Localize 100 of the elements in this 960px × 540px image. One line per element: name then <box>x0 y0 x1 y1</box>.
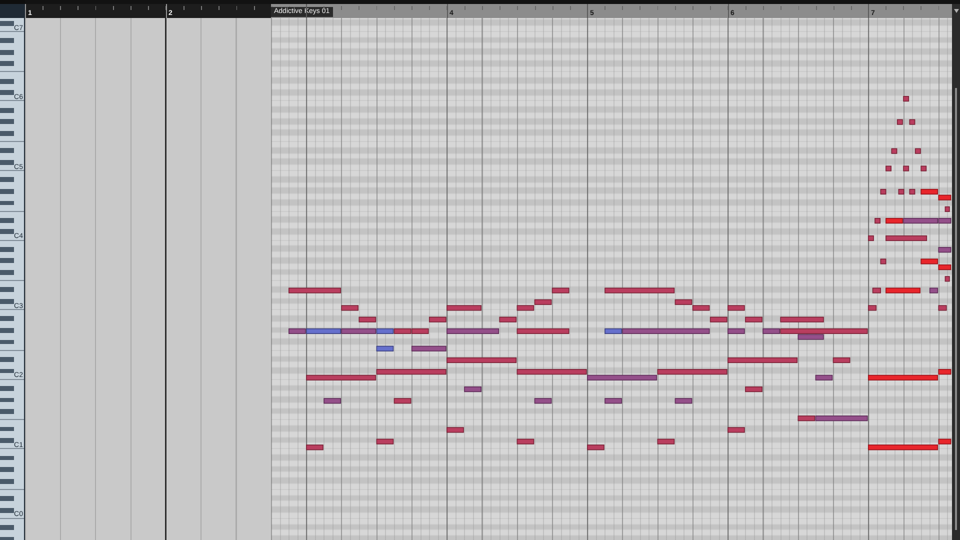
midi-note[interactable] <box>446 357 517 364</box>
midi-note[interactable] <box>516 328 570 334</box>
sharp-key[interactable] <box>0 426 14 432</box>
midi-note[interactable] <box>914 148 921 154</box>
scroll-button[interactable] <box>952 0 960 18</box>
midi-note[interactable] <box>728 328 745 334</box>
sharp-key[interactable] <box>0 61 14 66</box>
midi-note[interactable] <box>886 218 903 224</box>
midi-note[interactable] <box>728 305 745 311</box>
midi-note[interactable] <box>394 328 412 334</box>
midi-note[interactable] <box>534 299 552 305</box>
midi-note[interactable] <box>938 438 952 444</box>
midi-note[interactable] <box>622 328 710 334</box>
midi-note[interactable] <box>868 374 938 380</box>
midi-note[interactable] <box>674 299 692 305</box>
midi-note[interactable] <box>903 96 910 102</box>
midi-note[interactable] <box>657 369 728 375</box>
midi-note[interactable] <box>446 328 500 334</box>
sharp-key[interactable] <box>0 258 14 264</box>
midi-note[interactable] <box>516 305 534 311</box>
sharp-key[interactable] <box>0 119 14 124</box>
midi-note[interactable] <box>745 386 762 392</box>
sharp-key[interactable] <box>0 160 14 165</box>
sharp-key[interactable] <box>0 20 14 26</box>
midi-note[interactable] <box>938 194 952 200</box>
midi-note[interactable] <box>411 346 446 352</box>
midi-note[interactable] <box>446 305 482 311</box>
midi-note[interactable] <box>411 328 429 334</box>
midi-note[interactable] <box>341 328 376 334</box>
midi-note[interactable] <box>880 258 886 264</box>
sharp-key[interactable] <box>0 456 14 460</box>
midi-note[interactable] <box>464 386 482 392</box>
midi-note[interactable] <box>903 218 938 224</box>
midi-note[interactable] <box>324 398 341 404</box>
sharp-key[interactable] <box>0 188 14 194</box>
midi-note[interactable] <box>920 258 938 264</box>
note-grid[interactable] <box>271 18 952 540</box>
sharp-key[interactable] <box>0 536 14 540</box>
midi-note[interactable] <box>780 328 868 334</box>
midi-note[interactable] <box>868 305 877 311</box>
sharp-key[interactable] <box>0 478 14 484</box>
midi-note[interactable] <box>516 369 587 375</box>
midi-note[interactable] <box>692 305 710 311</box>
sharp-key[interactable] <box>0 316 14 322</box>
midi-note[interactable] <box>428 316 446 322</box>
midi-note[interactable] <box>604 398 622 404</box>
midi-note[interactable] <box>587 444 604 450</box>
midi-note[interactable] <box>446 427 464 433</box>
sharp-key[interactable] <box>0 90 14 96</box>
midi-note[interactable] <box>288 328 306 334</box>
midi-note[interactable] <box>394 398 412 404</box>
midi-note[interactable] <box>832 357 850 364</box>
midi-note[interactable] <box>306 374 376 380</box>
midi-note[interactable] <box>920 166 927 172</box>
scrollbar-thumb[interactable] <box>955 88 957 530</box>
midi-note[interactable] <box>944 206 950 212</box>
sharp-key[interactable] <box>0 229 14 234</box>
midi-note[interactable] <box>376 438 394 444</box>
midi-note[interactable] <box>604 328 622 334</box>
sharp-key[interactable] <box>0 130 14 136</box>
midi-note[interactable] <box>938 247 952 253</box>
midi-note[interactable] <box>674 398 692 404</box>
midi-note[interactable] <box>920 188 938 195</box>
midi-note[interactable] <box>376 328 394 334</box>
midi-note[interactable] <box>762 328 780 334</box>
sharp-key[interactable] <box>0 148 14 154</box>
midi-note[interactable] <box>516 438 534 444</box>
sharp-key[interactable] <box>0 50 14 55</box>
midi-note[interactable] <box>868 444 938 450</box>
midi-note[interactable] <box>552 288 570 294</box>
sharp-key[interactable] <box>0 218 14 223</box>
sharp-key[interactable] <box>0 340 14 344</box>
sharp-key[interactable] <box>0 287 14 292</box>
midi-note[interactable] <box>874 218 880 224</box>
sharp-key[interactable] <box>0 177 14 182</box>
sharp-key[interactable] <box>0 246 14 252</box>
midi-note[interactable] <box>306 328 341 334</box>
sharp-key[interactable] <box>0 200 14 206</box>
midi-note[interactable] <box>376 369 446 375</box>
midi-note[interactable] <box>341 305 359 311</box>
midi-note[interactable] <box>657 438 675 444</box>
midi-note[interactable] <box>872 288 881 294</box>
midi-note[interactable] <box>358 316 376 322</box>
midi-note[interactable] <box>891 148 898 154</box>
sharp-key[interactable] <box>0 398 14 402</box>
midi-note[interactable] <box>499 316 517 322</box>
sharp-key[interactable] <box>0 108 14 113</box>
midi-note[interactable] <box>938 264 952 270</box>
midi-note[interactable] <box>880 188 886 195</box>
sharp-key[interactable] <box>0 508 14 513</box>
midi-note[interactable] <box>728 427 745 433</box>
sharp-key[interactable] <box>0 78 14 84</box>
midi-note[interactable] <box>815 374 833 380</box>
midi-note[interactable] <box>938 218 952 224</box>
midi-note[interactable] <box>798 416 816 422</box>
midi-note[interactable] <box>938 305 947 311</box>
midi-note[interactable] <box>710 316 728 322</box>
midi-note[interactable] <box>868 235 874 242</box>
midi-note[interactable] <box>534 398 552 404</box>
midi-note[interactable] <box>376 346 394 352</box>
